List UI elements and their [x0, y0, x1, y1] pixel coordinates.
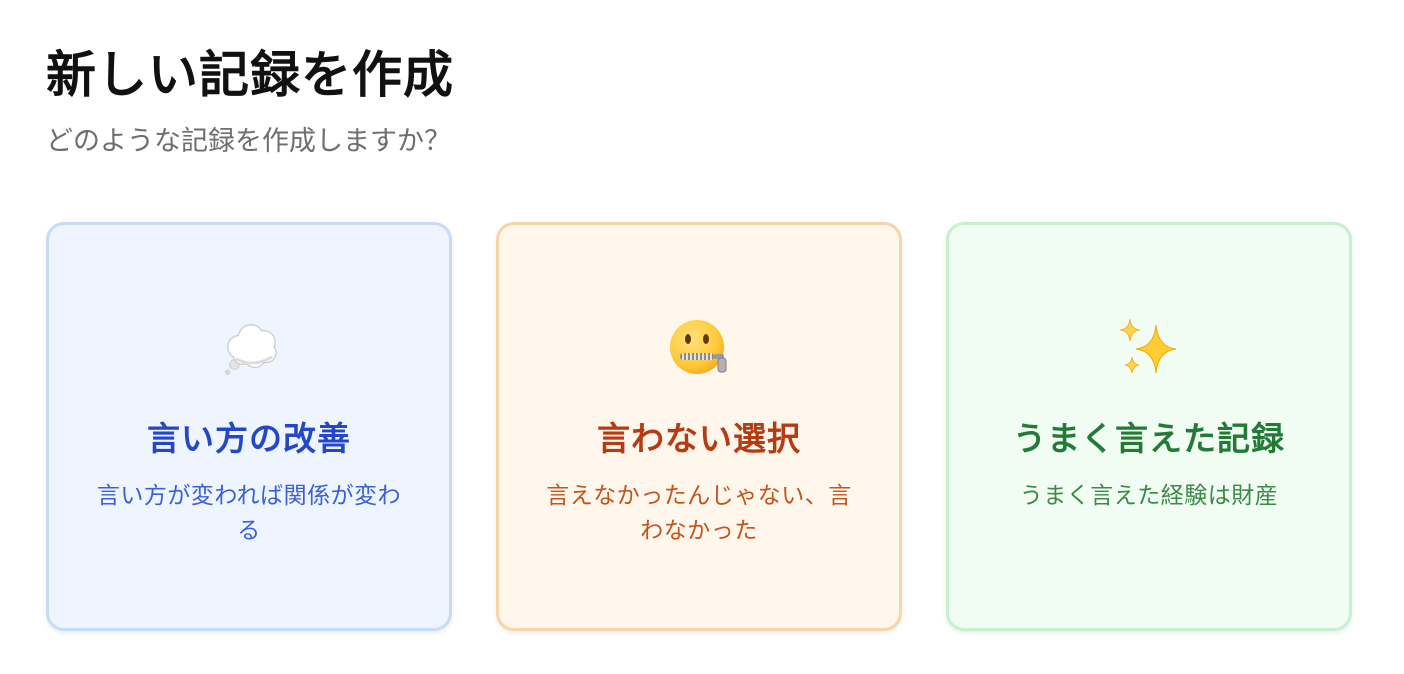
option-card-improve-wording[interactable]: 言い方の改善 言い方が変われば関係が変わる — [46, 222, 452, 631]
zipper-mouth-face-icon — [668, 317, 730, 379]
record-type-options: 言い方の改善 言い方が変われば関係が変わる 言わない選択 言えなかったんじゃない… — [46, 222, 1352, 631]
card-description: うまく言えた経験は財産 — [1019, 483, 1279, 509]
sparkles-icon — [1118, 317, 1180, 379]
page-subtitle: どのような記録を作成しますか？ — [46, 126, 451, 157]
card-description: 言えなかったんじゃない、言わなかった — [546, 483, 852, 544]
option-card-good-wording-record[interactable]: うまく言えた記録 うまく言えた経験は財産 — [946, 222, 1352, 631]
card-title: 言わない選択 — [597, 419, 801, 458]
page: 新しい記録を作成 どのような記録を作成しますか？ 言い方の改善 言い方が変われば… — [0, 0, 1404, 674]
card-description: 言い方が変われば関係が変わる — [96, 483, 402, 544]
option-card-choose-not-to-say[interactable]: 言わない選択 言えなかったんじゃない、言わなかった — [496, 222, 902, 631]
card-title: うまく言えた記録 — [1013, 419, 1285, 458]
card-title: 言い方の改善 — [147, 419, 351, 458]
thought-balloon-icon — [218, 317, 280, 379]
page-title: 新しい記録を作成 — [46, 46, 454, 104]
